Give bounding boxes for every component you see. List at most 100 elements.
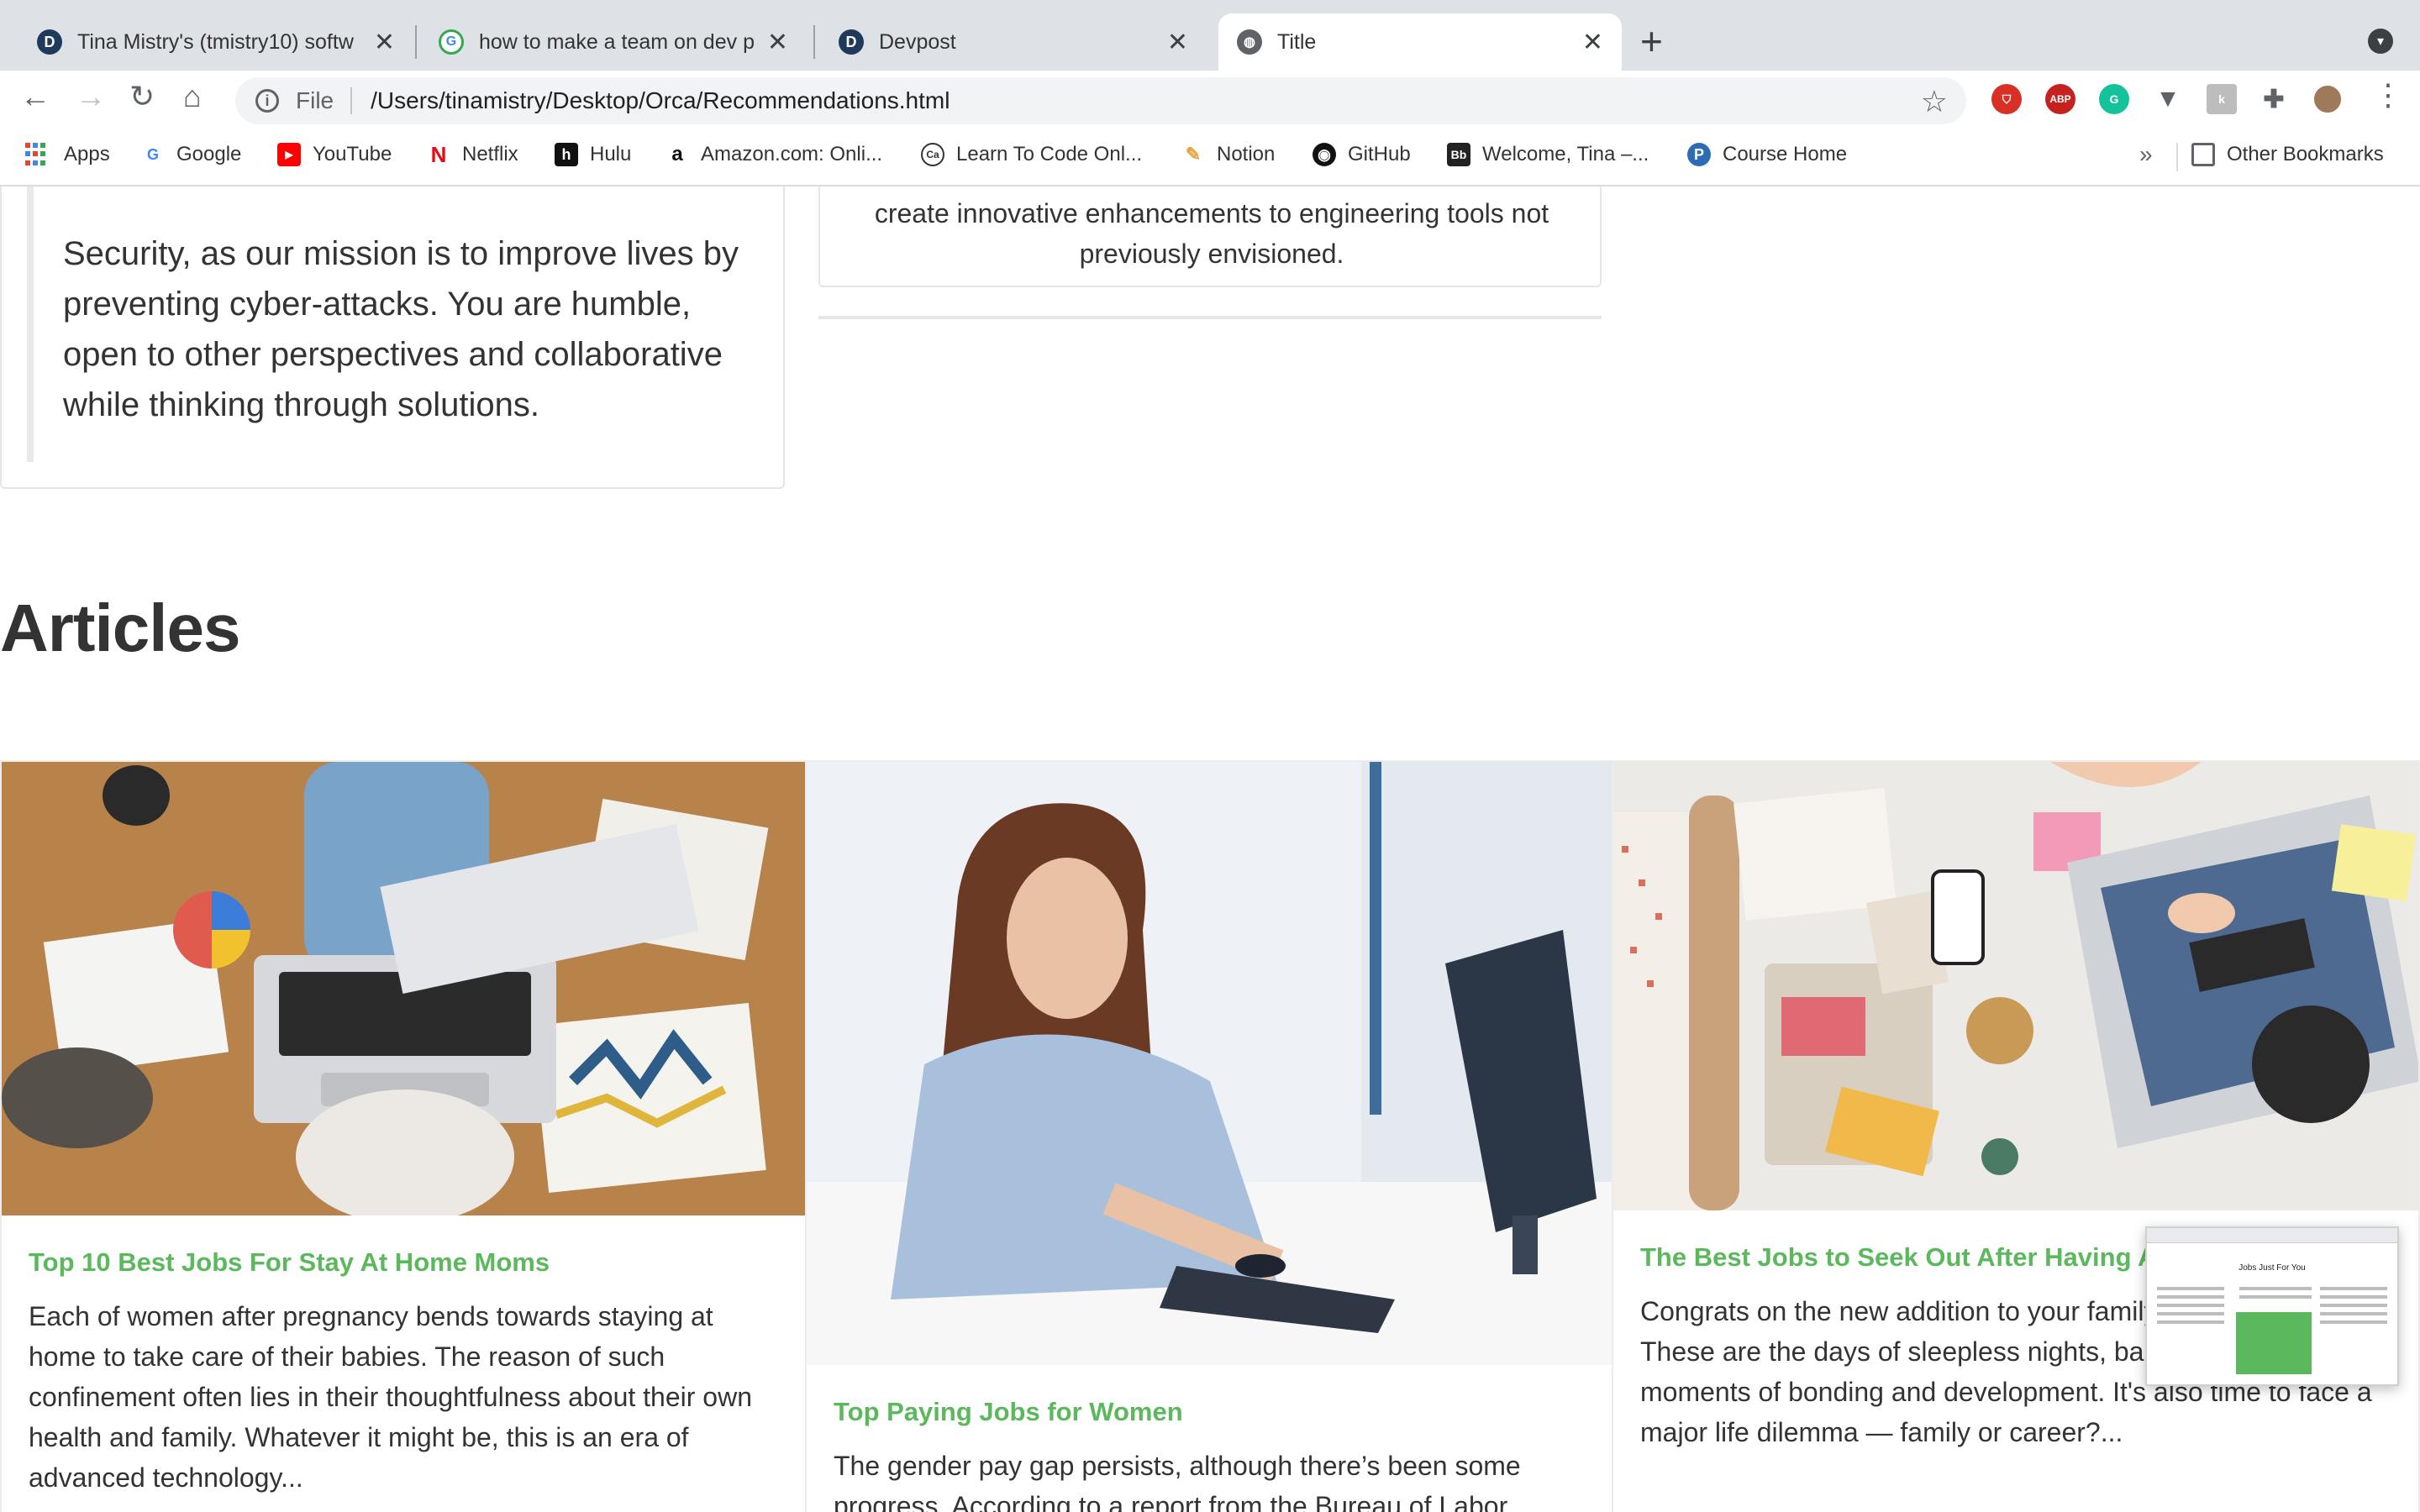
preview-highlight xyxy=(2236,1312,2312,1374)
bookmark-other[interactable]: Other Bookmarks xyxy=(2191,143,2384,166)
article-card[interactable]: Top Paying Jobs for Women The gender pay… xyxy=(805,760,1613,1512)
tab-title: Title xyxy=(1277,29,1317,54)
address-bar[interactable]: i File /Users/tinamistry/Desktop/Orca/Re… xyxy=(235,77,1966,124)
articles-heading: Articles xyxy=(0,591,240,665)
bookmark-notion[interactable]: ✎ Notion xyxy=(1181,143,1276,166)
youtube-icon: ▶ xyxy=(277,143,301,166)
bookmark-label: Notion xyxy=(1217,143,1276,165)
close-icon[interactable]: ✕ xyxy=(374,28,395,57)
info-icon[interactable]: i xyxy=(255,89,279,113)
home-icon[interactable]: ⌂ xyxy=(183,79,202,114)
preview-column xyxy=(2320,1287,2387,1371)
article-image[interactable] xyxy=(807,762,1612,1365)
recommendation-card: create innovative enhancements to engine… xyxy=(818,186,1602,287)
tab-title: Devpost xyxy=(879,29,956,54)
url-text[interactable]: /Users/tinamistry/Desktop/Orca/Recommend… xyxy=(371,87,950,114)
tab-tina-profile[interactable]: D Tina Mistry's (tmistry10) softw ✕ xyxy=(18,13,413,71)
bookmark-star-icon[interactable]: ☆ xyxy=(1921,84,1948,119)
article-card[interactable]: Top 10 Best Jobs For Stay At Home Moms E… xyxy=(0,760,807,1512)
avatar[interactable] xyxy=(2312,84,2343,114)
github-icon: ◉ xyxy=(1313,143,1336,166)
tab-google-search[interactable]: G how to make a team on dev po ✕ xyxy=(420,13,807,71)
bookmark-label: Welcome, Tina –... xyxy=(1482,143,1649,165)
devpost-icon: D xyxy=(37,29,62,55)
back-icon[interactable]: ← xyxy=(20,79,50,114)
notion-icon: ✎ xyxy=(1185,144,1202,165)
quote-border xyxy=(27,186,34,462)
article-image[interactable] xyxy=(1613,762,2418,1210)
codecademy-icon: Ca xyxy=(921,143,944,166)
vpn-icon[interactable]: ▼ xyxy=(2153,84,2183,114)
recommendation-text: Security, as our mission is to improve l… xyxy=(63,235,739,423)
bookmark-label: Hulu xyxy=(590,143,632,165)
article-card[interactable]: The Best Jobs to Seek Out After Having A… xyxy=(1612,760,2420,1512)
bookmark-label: GitHub xyxy=(1348,143,1411,165)
menu-icon[interactable]: ⋮ xyxy=(2373,77,2403,113)
page-preview-thumbnail[interactable]: Jobs Just For You xyxy=(2145,1226,2399,1386)
bookmark-amazon[interactable]: a Amazon.com: Onli... xyxy=(666,143,882,166)
close-icon[interactable]: ✕ xyxy=(1167,28,1188,57)
devpost-icon: D xyxy=(839,29,864,55)
preview-column xyxy=(2157,1287,2224,1371)
forward-icon[interactable]: → xyxy=(76,79,106,114)
bookmark-hulu[interactable]: h Hulu xyxy=(555,143,631,166)
browser-chrome: D Tina Mistry's (tmistry10) softw ✕ G ho… xyxy=(0,0,2420,186)
divider xyxy=(818,316,1602,319)
bookmark-github[interactable]: ◉ GitHub xyxy=(1313,143,1411,166)
article-image[interactable] xyxy=(2,762,805,1215)
tab-title-active[interactable]: ◍ Title ✕ xyxy=(1218,13,1622,71)
article-excerpt: Each of women after pregnancy bends towa… xyxy=(29,1301,752,1493)
globe-icon: ◍ xyxy=(1237,29,1262,55)
hulu-icon: h xyxy=(555,143,578,166)
google-icon: G xyxy=(439,29,464,55)
bookmarks-divider xyxy=(2176,143,2178,171)
tab-title: how to make a team on dev po xyxy=(479,29,755,54)
bookmark-google[interactable]: G Google xyxy=(141,143,241,166)
extension-icon[interactable]: k xyxy=(2207,84,2237,114)
article-title[interactable]: Top 10 Best Jobs For Stay At Home Moms xyxy=(29,1247,805,1278)
tab-search-icon[interactable]: ▾ xyxy=(2368,29,2393,54)
bookmark-label: Amazon.com: Onli... xyxy=(701,143,883,165)
tab-title: Tina Mistry's (tmistry10) softw xyxy=(77,29,354,54)
workspace-laptop-image xyxy=(2,762,805,1215)
close-icon[interactable]: ✕ xyxy=(1582,28,1603,57)
reload-icon[interactable]: ↻ xyxy=(129,79,155,114)
tab-separator xyxy=(813,25,815,59)
course-home-icon: P xyxy=(1687,143,1711,166)
tab-separator xyxy=(415,25,417,59)
woman-at-desk-image xyxy=(807,762,1612,1365)
bookmark-label: Course Home xyxy=(1723,143,1848,165)
grammarly-icon[interactable]: G xyxy=(2099,84,2129,114)
bookmark-course-home[interactable]: P Course Home xyxy=(1687,143,1847,166)
adblock-icon[interactable]: ABP xyxy=(2045,84,2075,114)
bookmark-label: Apps xyxy=(64,143,110,165)
new-tab-icon[interactable]: + xyxy=(1640,18,1663,64)
recommendation-card: Security, as our mission is to improve l… xyxy=(0,186,785,489)
page-content: Security, as our mission is to improve l… xyxy=(0,186,2420,1512)
puzzle-icon[interactable]: ✚ xyxy=(2259,84,2289,114)
bookmark-youtube[interactable]: ▶ YouTube xyxy=(277,143,392,166)
preview-column xyxy=(2239,1287,2312,1307)
bookmark-label: Learn To Code Onl... xyxy=(956,143,1143,165)
bookmark-blackboard[interactable]: Bb Welcome, Tina –... xyxy=(1447,143,1649,166)
recommendation-text: create innovative enhancements to engine… xyxy=(874,198,1549,269)
blackboard-icon: Bb xyxy=(1447,143,1470,166)
bookmark-label: Other Bookmarks xyxy=(2227,143,2384,165)
amazon-icon: a xyxy=(671,143,683,165)
url-scheme: File xyxy=(296,87,334,113)
google-icon: G xyxy=(146,145,159,163)
bookmark-label: Google xyxy=(176,143,242,165)
close-icon[interactable]: ✕ xyxy=(767,28,788,57)
article-excerpt: The gender pay gap persists, although th… xyxy=(834,1451,1521,1512)
bookmark-codecademy[interactable]: Ca Learn To Code Onl... xyxy=(921,143,1142,166)
bookmark-netflix[interactable]: N Netflix xyxy=(427,142,518,167)
bookmark-apps[interactable]: Apps xyxy=(25,143,110,166)
tab-strip: D Tina Mistry's (tmistry10) softw ✕ G ho… xyxy=(0,0,2420,71)
bookmark-label: Netflix xyxy=(462,143,518,165)
ublock-icon[interactable]: ⛉ xyxy=(1991,84,2022,114)
creative-desk-image xyxy=(1613,762,2418,1210)
article-title[interactable]: Top Paying Jobs for Women xyxy=(834,1397,1612,1427)
tab-devpost[interactable]: D Devpost ✕ xyxy=(820,13,1207,71)
apps-icon xyxy=(25,143,49,166)
bookmarks-overflow-icon[interactable]: » xyxy=(2139,141,2153,168)
